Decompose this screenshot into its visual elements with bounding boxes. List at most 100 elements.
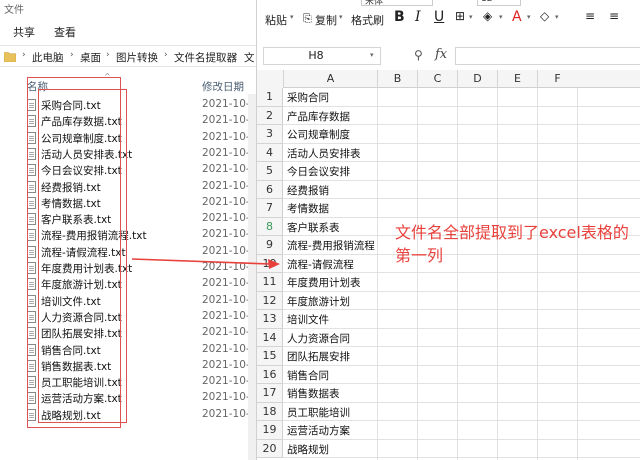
name-box[interactable]: H8: [263, 47, 381, 65]
row-header[interactable]: 18: [257, 402, 283, 421]
paste-button[interactable]: 粘贴: [265, 12, 287, 28]
fill-caret-icon[interactable]: ▾: [499, 13, 503, 21]
fill-color-icon[interactable]: ◈: [483, 9, 492, 23]
sheet-row: 运营活动方案: [283, 421, 640, 440]
font-color-caret-icon[interactable]: ▾: [527, 13, 531, 21]
cell-a[interactable]: 考情数据: [287, 201, 329, 216]
underline-button[interactable]: U: [434, 9, 444, 25]
sheet-row: 人力资源合同: [283, 329, 640, 347]
annotation-text: 文件名全部提取到了excel表格的第一列: [395, 223, 629, 265]
formula-input[interactable]: [455, 47, 640, 65]
cell-a[interactable]: 培训文件: [287, 312, 329, 327]
clear-caret-icon[interactable]: ▾: [555, 13, 559, 21]
row-header[interactable]: 1: [257, 88, 283, 107]
column-header-b[interactable]: B: [377, 70, 417, 88]
row-header[interactable]: 14: [257, 328, 283, 347]
row-header[interactable]: 13: [257, 310, 283, 329]
breadcrumb-this-pc[interactable]: 此电脑: [32, 50, 64, 65]
row-header[interactable]: 4: [257, 143, 283, 162]
cell-a[interactable]: 产品库存数据: [287, 109, 350, 124]
cell-a[interactable]: 活动人员安排表: [287, 146, 361, 161]
breadcrumb-desktop[interactable]: 桌面: [80, 50, 101, 65]
align-center-icon[interactable]: ≡: [609, 9, 619, 23]
row-header[interactable]: 6: [257, 180, 283, 199]
cell-a[interactable]: 销售数据表: [287, 386, 340, 401]
sheet-row: 采购合同: [283, 88, 640, 107]
grid-line: [537, 88, 538, 460]
sheet-row: 经费报销: [283, 181, 640, 199]
font-name-select[interactable]: 宋体: [361, 0, 433, 7]
tab-view[interactable]: 查看: [54, 24, 76, 40]
row-header[interactable]: 19: [257, 421, 283, 440]
font-size-select[interactable]: 12: [477, 0, 521, 6]
border-icon[interactable]: ⊞: [455, 9, 465, 23]
cell-a[interactable]: 员工职能培训: [287, 405, 350, 420]
bold-button[interactable]: B: [394, 9, 405, 25]
sheet-row: 考情数据: [283, 199, 640, 218]
copy-icon[interactable]: ⎘: [303, 12, 312, 26]
cell-a[interactable]: 年度费用计划表: [287, 275, 361, 290]
cell-a[interactable]: 流程-请假流程: [287, 257, 354, 272]
paste-caret-icon[interactable]: ▾: [290, 13, 294, 21]
row-header[interactable]: 15: [257, 347, 283, 366]
row-header[interactable]: 7: [257, 199, 283, 218]
fx-icon[interactable]: fx: [435, 47, 447, 62]
sheet-row: 团队拓展安排: [283, 347, 640, 366]
cell-a[interactable]: 人力资源合同: [287, 331, 350, 346]
row-header[interactable]: 2: [257, 106, 283, 125]
breadcrumb-current[interactable]: 文: [244, 50, 255, 65]
font-color-icon[interactable]: A: [512, 9, 522, 25]
row-header[interactable]: 3: [257, 125, 283, 144]
select-all-corner[interactable]: [257, 70, 283, 88]
border-caret-icon[interactable]: ▾: [469, 13, 473, 21]
cell-a[interactable]: 今日会议安排: [287, 164, 350, 179]
row-header[interactable]: 17: [257, 384, 283, 403]
copy-caret-icon[interactable]: ▾: [339, 13, 343, 21]
breadcrumb-separator: ›: [106, 50, 110, 60]
copy-button[interactable]: 复制: [315, 12, 337, 28]
cell-a[interactable]: 流程-费用报销流程: [287, 238, 375, 253]
cell-a[interactable]: 经费报销: [287, 183, 329, 198]
cell-a[interactable]: 年度旅游计划: [287, 294, 350, 309]
folder-icon: [4, 52, 16, 62]
column-header-f[interactable]: F: [537, 70, 577, 88]
row-header[interactable]: 20: [257, 439, 283, 458]
zoom-icon[interactable]: ⚲: [414, 48, 423, 62]
row-header[interactable]: 12: [257, 291, 283, 310]
breadcrumb-filename-extractor[interactable]: 文件名提取器: [174, 50, 237, 65]
cell-a[interactable]: 销售合同: [287, 368, 329, 383]
cell-a[interactable]: 采购合同: [287, 90, 329, 105]
column-header-d[interactable]: D: [457, 70, 497, 88]
cell-a[interactable]: 战略规划: [287, 442, 329, 457]
column-header-a[interactable]: A: [283, 70, 377, 88]
name-box-caret-icon[interactable]: ▾: [370, 51, 374, 59]
row-header[interactable]: 10: [257, 254, 283, 273]
grid-line: [457, 88, 458, 460]
grid-line: [577, 88, 578, 460]
row-header[interactable]: 8: [257, 217, 283, 236]
row-header[interactable]: 9: [257, 236, 283, 255]
cell-a[interactable]: 团队拓展安排: [287, 349, 350, 364]
row-header[interactable]: 5: [257, 162, 283, 181]
explorer-scrollbar[interactable]: [248, 94, 256, 460]
column-a-highlight-box: [27, 77, 121, 428]
cell-a[interactable]: 公司规章制度: [287, 127, 350, 142]
format-painter-button[interactable]: 格式刷: [351, 12, 384, 28]
cell-a[interactable]: 运营活动方案: [287, 423, 350, 438]
italic-button[interactable]: I: [415, 9, 421, 25]
cell-a[interactable]: 客户联系表: [287, 220, 340, 235]
address-bar[interactable]: › 此电脑 › 桌面 › 图片转换 › 文件名提取器 › 文: [0, 45, 256, 67]
sheet-row: 公司规章制度: [283, 125, 640, 144]
row-header[interactable]: 11: [257, 273, 283, 292]
tab-share[interactable]: 共享: [13, 24, 35, 40]
sheet-row: 培训文件: [283, 310, 640, 329]
column-header-c[interactable]: C: [417, 70, 457, 88]
explorer-ribbon: 共享 查看: [0, 14, 256, 46]
sheet-row: 员工职能培训: [283, 403, 640, 421]
column-date-header[interactable]: 修改日期: [202, 79, 244, 94]
breadcrumb-image-convert[interactable]: 图片转换: [116, 50, 158, 65]
align-left-icon[interactable]: ≡: [585, 9, 595, 23]
row-header[interactable]: 16: [257, 365, 283, 384]
column-header-e[interactable]: E: [497, 70, 537, 88]
clear-format-icon[interactable]: ◇: [540, 9, 549, 23]
